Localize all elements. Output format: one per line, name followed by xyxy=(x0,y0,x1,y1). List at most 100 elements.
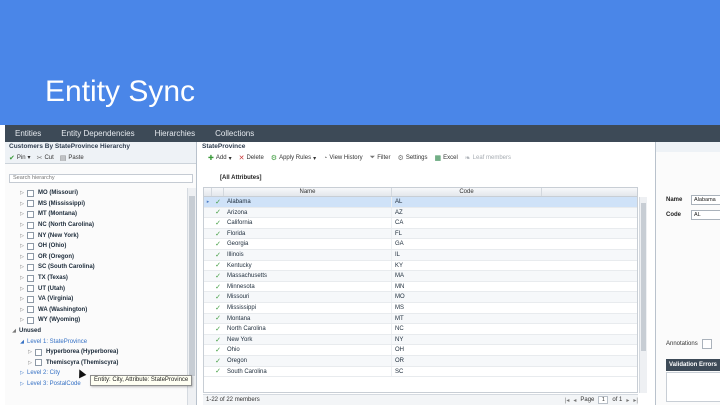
cell-code[interactable]: MS xyxy=(392,303,542,313)
collapsed-arrow-icon[interactable]: ▷ xyxy=(19,243,25,249)
table-row[interactable]: ✓ Florida FL xyxy=(204,228,637,240)
cell-code[interactable]: AZ xyxy=(392,208,542,218)
member-checkbox[interactable] xyxy=(27,295,34,303)
expanded-arrow-icon[interactable]: ◢ xyxy=(19,339,25,345)
pin-button[interactable]: ✔ Pin ▾ xyxy=(9,154,31,162)
table-row[interactable]: ✓ Georgia GA xyxy=(204,239,637,250)
cell-name[interactable]: Illinois xyxy=(224,249,392,260)
collapsed-arrow-icon[interactable]: ▷ xyxy=(19,286,25,292)
apply-rules-button[interactable]: ⚙ Apply Rules ▾ xyxy=(271,154,316,162)
hierarchy-scrollbar[interactable] xyxy=(187,188,196,405)
member-checkbox[interactable] xyxy=(27,200,34,208)
tree-node[interactable]: ▷ TX (Texas) xyxy=(5,273,185,284)
member-checkbox[interactable] xyxy=(27,274,34,282)
collapsed-arrow-icon[interactable]: ▷ xyxy=(19,190,25,196)
cell-name[interactable]: South Carolina xyxy=(224,366,392,377)
member-checkbox[interactable] xyxy=(27,242,34,250)
table-row[interactable]: ✓ Ohio OH xyxy=(204,345,637,356)
table-row[interactable]: ✓ Missouri MO xyxy=(204,292,637,303)
tree-node[interactable]: ▷ VA (Virginia) xyxy=(5,294,185,305)
tree-node[interactable]: ▷ MO (Missouri) xyxy=(5,188,185,199)
leaf-members-button[interactable]: ❧ Leaf members xyxy=(465,154,511,162)
filter-button[interactable]: ⏷ Filter xyxy=(370,154,391,162)
tree-node[interactable]: ▷ MT (Montana) xyxy=(5,209,185,220)
grid-scrollbar[interactable] xyxy=(639,197,647,393)
paste-button[interactable]: ▤ Paste xyxy=(60,154,84,162)
annotations-button[interactable] xyxy=(701,339,712,349)
cell-code[interactable]: GA xyxy=(392,239,542,249)
cell-code[interactable]: MO xyxy=(392,292,542,302)
tree-node[interactable]: ▷ OR (Oregon) xyxy=(5,252,185,263)
table-row[interactable]: ✓ North Carolina NC xyxy=(204,324,637,335)
collapsed-arrow-icon[interactable]: ▷ xyxy=(27,349,33,355)
collapsed-arrow-icon[interactable]: ▷ xyxy=(19,296,25,302)
table-row[interactable]: ✓ South Carolina SC xyxy=(204,366,637,378)
member-checkbox[interactable] xyxy=(27,232,34,240)
table-row[interactable]: ✓ Kentucky KY xyxy=(204,260,637,272)
add-button[interactable]: ✚ Add ▾ xyxy=(208,154,232,162)
view-history-button[interactable]: ◔ View History xyxy=(323,155,362,162)
collapsed-arrow-icon[interactable]: ▷ xyxy=(19,201,25,207)
cell-code[interactable]: AL xyxy=(392,197,542,207)
first-page-icon[interactable]: |◂ xyxy=(565,397,570,404)
grid-scroll-thumb[interactable] xyxy=(641,203,646,351)
tree-node[interactable]: ▷ WY (Wyoming) xyxy=(5,315,185,326)
tab-collections[interactable]: Collections xyxy=(205,125,264,142)
cell-name[interactable]: Montana xyxy=(224,313,392,324)
expanded-arrow-icon[interactable]: ◢ xyxy=(11,328,17,334)
collapsed-arrow-icon[interactable]: ▷ xyxy=(19,233,25,239)
delete-button[interactable]: ✕ Delete xyxy=(239,154,264,162)
member-checkbox[interactable] xyxy=(27,253,34,261)
cell-name[interactable]: Minnesota xyxy=(224,281,392,292)
collapsed-arrow-icon[interactable]: ▷ xyxy=(19,211,25,217)
table-row[interactable]: ✓ Mississippi MS xyxy=(204,302,637,314)
attribute-view-selector[interactable]: [All Attributes] xyxy=(198,164,649,184)
table-row[interactable]: ✓ Minnesota MN xyxy=(204,281,637,293)
cell-code[interactable]: CA xyxy=(392,218,542,228)
cell-name[interactable]: Missouri xyxy=(224,292,392,302)
prev-page-icon[interactable]: ◂ xyxy=(573,397,576,404)
collapsed-arrow-icon[interactable]: ▷ xyxy=(19,222,25,228)
collapsed-arrow-icon[interactable]: ▷ xyxy=(19,264,25,270)
table-row[interactable]: ✓ Montana MT xyxy=(204,313,637,325)
cell-code[interactable]: KY xyxy=(392,261,542,271)
member-checkbox[interactable] xyxy=(27,210,34,218)
member-checkbox[interactable] xyxy=(27,306,34,314)
table-row[interactable]: ✓ California CA xyxy=(204,218,637,229)
cell-name[interactable]: Ohio xyxy=(224,345,392,355)
cell-code[interactable]: MT xyxy=(392,314,542,324)
cell-name[interactable]: North Carolina xyxy=(224,324,392,334)
collapsed-arrow-icon[interactable]: ▷ xyxy=(19,370,25,376)
collapsed-arrow-icon[interactable]: ▷ xyxy=(19,317,25,323)
tree-node[interactable]: ◢ Level 1: StateProvince xyxy=(5,336,185,347)
table-row[interactable]: ✓ Arizona AZ xyxy=(204,207,637,219)
member-checkbox[interactable] xyxy=(35,348,42,356)
tab-hierarchies[interactable]: Hierarchies xyxy=(145,125,205,142)
table-row[interactable]: ✓ Massachusetts MA xyxy=(204,271,637,282)
tab-entity-dependencies[interactable]: Entity Dependencies xyxy=(51,125,144,142)
tree-node[interactable]: ▷ OH (Ohio) xyxy=(5,241,185,252)
hierarchy-search-input[interactable] xyxy=(9,173,193,183)
collapsed-arrow-icon[interactable]: ▷ xyxy=(19,254,25,260)
column-header-name[interactable]: Name xyxy=(224,188,392,196)
collapsed-arrow-icon[interactable]: ▷ xyxy=(19,275,25,281)
member-checkbox[interactable] xyxy=(27,285,34,293)
last-page-icon[interactable]: ▸| xyxy=(633,397,638,404)
cell-code[interactable]: SC xyxy=(392,367,542,377)
cell-name[interactable]: Arizona xyxy=(224,207,392,218)
page-number-input[interactable]: 1 xyxy=(598,396,609,404)
cell-code[interactable]: OR xyxy=(392,356,542,366)
member-checkbox[interactable] xyxy=(27,221,34,229)
cell-name[interactable]: Oregon xyxy=(224,355,392,366)
settings-button[interactable]: ⚙ Settings xyxy=(398,154,428,162)
hierarchy-scroll-thumb[interactable] xyxy=(189,196,195,376)
column-header-code[interactable]: Code xyxy=(392,188,542,196)
cell-name[interactable]: New York xyxy=(224,334,392,345)
collapsed-arrow-icon[interactable]: ▷ xyxy=(19,381,25,387)
member-checkbox[interactable] xyxy=(27,263,34,271)
cell-name[interactable]: Alabama xyxy=(224,197,392,207)
cell-name[interactable]: California xyxy=(224,218,392,228)
member-checkbox[interactable] xyxy=(27,189,34,197)
tree-node[interactable]: ▷ Themiscyra (Themiscyra) xyxy=(5,358,185,369)
cell-code[interactable]: OH xyxy=(392,345,542,355)
